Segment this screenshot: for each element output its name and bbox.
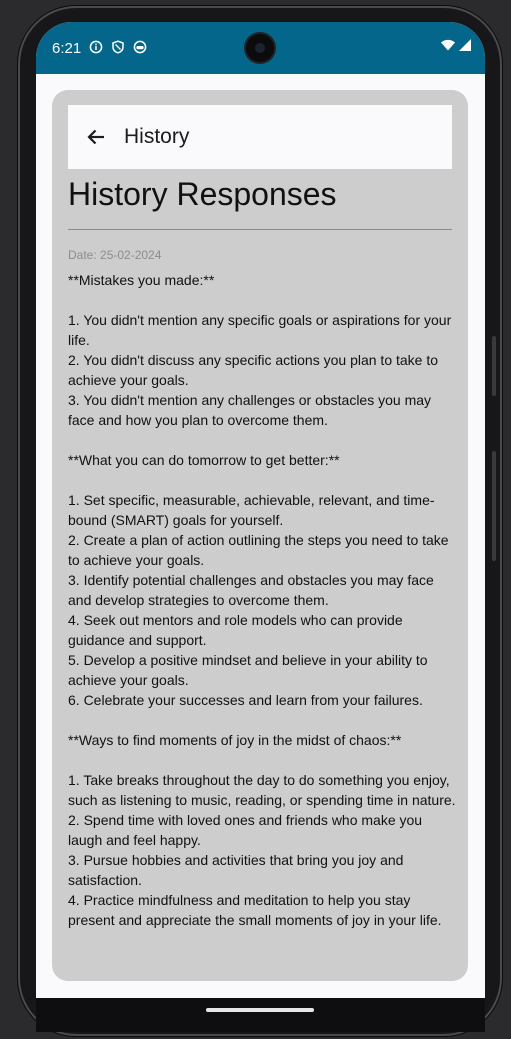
divider <box>68 229 452 230</box>
front-camera <box>246 34 274 62</box>
signal-icon <box>459 39 471 51</box>
toolbar-title: History <box>124 125 190 148</box>
page-title: History Responses <box>68 176 337 212</box>
power-button <box>492 336 496 396</box>
top-app-bar: History <box>68 105 452 169</box>
arrow-left-icon <box>87 129 104 145</box>
wifi-icon <box>441 39 455 51</box>
response-date: Date: 25-02-2024 <box>68 248 162 262</box>
response-text: **Mistakes you made:** 1. You didn't men… <box>68 272 456 928</box>
volume-button <box>492 451 496 561</box>
status-icons-right <box>441 39 471 51</box>
history-card: History History Responses Date: 25-02-20… <box>52 90 468 981</box>
status-icons-left <box>89 40 147 54</box>
status-bar: 6:21 <box>36 22 485 74</box>
back-button[interactable] <box>84 125 108 149</box>
gesture-handle[interactable] <box>206 1008 314 1012</box>
shield-icon <box>112 40 124 54</box>
info-icon <box>89 40 103 54</box>
face-icon <box>133 40 147 54</box>
status-time: 6:21 <box>52 40 82 57</box>
navigation-bar <box>36 998 485 1032</box>
screen: 6:21 History History Responses Date: 25-… <box>36 22 485 998</box>
